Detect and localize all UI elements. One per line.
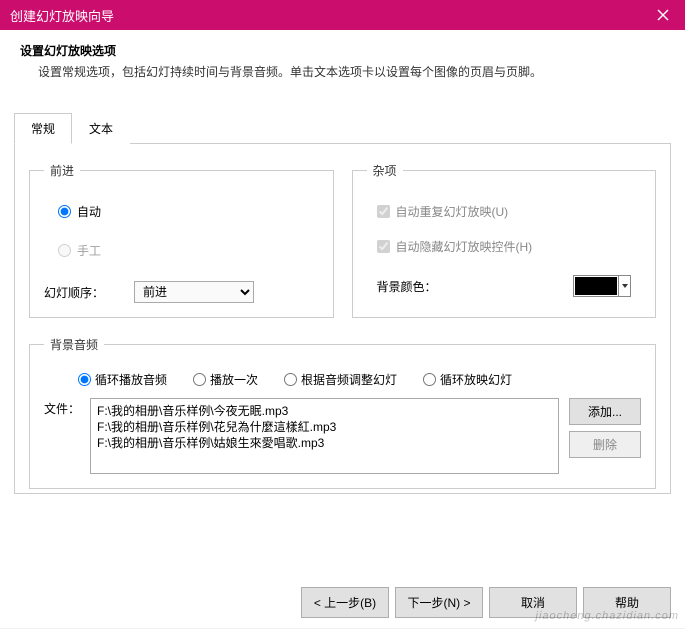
files-label: 文件： [44, 398, 80, 417]
tabs: 常规 文本 [14, 112, 671, 144]
legend-advance: 前进 [44, 162, 80, 179]
tab-text[interactable]: 文本 [72, 113, 130, 144]
radio-auto[interactable]: 自动 [58, 203, 319, 220]
cancel-button[interactable]: 取消 [489, 587, 577, 618]
fieldset-misc: 杂项 自动重复幻灯放映(U) 自动隐藏幻灯放映控件(H) 背景颜色： [352, 162, 657, 318]
bgcolor-picker[interactable] [573, 275, 631, 297]
header-desc: 设置常规选项，包括幻灯持续时间与背景音频。单击文本选项卡以设置每个图像的页眉与页… [20, 63, 665, 80]
header-title: 设置幻灯放映选项 [20, 42, 665, 59]
content-area: 常规 文本 前进 自动 手工 幻灯顺序： 前进 [0, 88, 685, 628]
radio-adjust-slides[interactable]: 根据音频调整幻灯 [284, 371, 397, 388]
window-title: 创建幻灯放映向导 [10, 6, 114, 25]
close-button[interactable] [640, 0, 685, 30]
radio-loop-audio[interactable]: 循环播放音频 [78, 371, 167, 388]
radio-loop-slides[interactable]: 循环放映幻灯 [423, 371, 512, 388]
next-button[interactable]: 下一步(N) > [395, 587, 483, 618]
legend-audio: 背景音频 [44, 336, 104, 353]
checkbox-hide-label: 自动隐藏幻灯放映控件(H) [396, 238, 533, 255]
radio-auto-label: 自动 [77, 203, 101, 220]
bgcolor-swatch [575, 277, 617, 295]
list-item[interactable]: F:\我的相册\音乐样例\今夜无眠.mp3 [97, 403, 552, 419]
legend-misc: 杂项 [367, 162, 403, 179]
fieldset-audio: 背景音频 循环播放音频 播放一次 根据音频调整幻灯 循环放映幻灯 文件： F:\… [29, 336, 656, 489]
radio-manual[interactable]: 手工 [58, 242, 319, 259]
back-button[interactable]: < 上一步(B) [301, 587, 389, 618]
radio-manual-label: 手工 [77, 242, 101, 259]
radio-play-once[interactable]: 播放一次 [193, 371, 258, 388]
checkbox-hide[interactable]: 自动隐藏幻灯放映控件(H) [377, 238, 642, 255]
checkbox-repeat[interactable]: 自动重复幻灯放映(U) [377, 203, 642, 220]
titlebar: 创建幻灯放映向导 [0, 0, 685, 30]
radio-auto-input[interactable] [58, 205, 71, 218]
close-icon [657, 9, 669, 21]
list-item[interactable]: F:\我的相册\音乐样例\花兒為什麼這樣紅.mp3 [97, 419, 552, 435]
add-button[interactable]: 添加... [569, 398, 641, 425]
slide-order-label: 幻灯顺序： [44, 284, 104, 301]
wizard-footer: < 上一步(B) 下一步(N) > 取消 帮助 [301, 587, 671, 618]
checkbox-repeat-input[interactable] [377, 205, 390, 218]
radio-manual-input[interactable] [58, 244, 71, 257]
fieldset-advance: 前进 自动 手工 幻灯顺序： 前进 [29, 162, 334, 318]
checkbox-hide-input[interactable] [377, 240, 390, 253]
chevron-down-icon [618, 276, 630, 296]
list-item[interactable]: F:\我的相册\音乐样例\姑娘生來愛唱歌.mp3 [97, 435, 552, 451]
bgcolor-label: 背景颜色： [377, 278, 437, 295]
tab-general[interactable]: 常规 [14, 113, 72, 144]
help-button[interactable]: 帮助 [583, 587, 671, 618]
files-list[interactable]: F:\我的相册\音乐样例\今夜无眠.mp3 F:\我的相册\音乐样例\花兒為什麼… [90, 398, 559, 474]
wizard-header: 设置幻灯放映选项 设置常规选项，包括幻灯持续时间与背景音频。单击文本选项卡以设置… [0, 30, 685, 88]
panel-general: 前进 自动 手工 幻灯顺序： 前进 杂项 [14, 144, 671, 494]
slide-order-select[interactable]: 前进 [134, 281, 254, 303]
remove-button[interactable]: 删除 [569, 431, 641, 458]
checkbox-repeat-label: 自动重复幻灯放映(U) [396, 203, 509, 220]
